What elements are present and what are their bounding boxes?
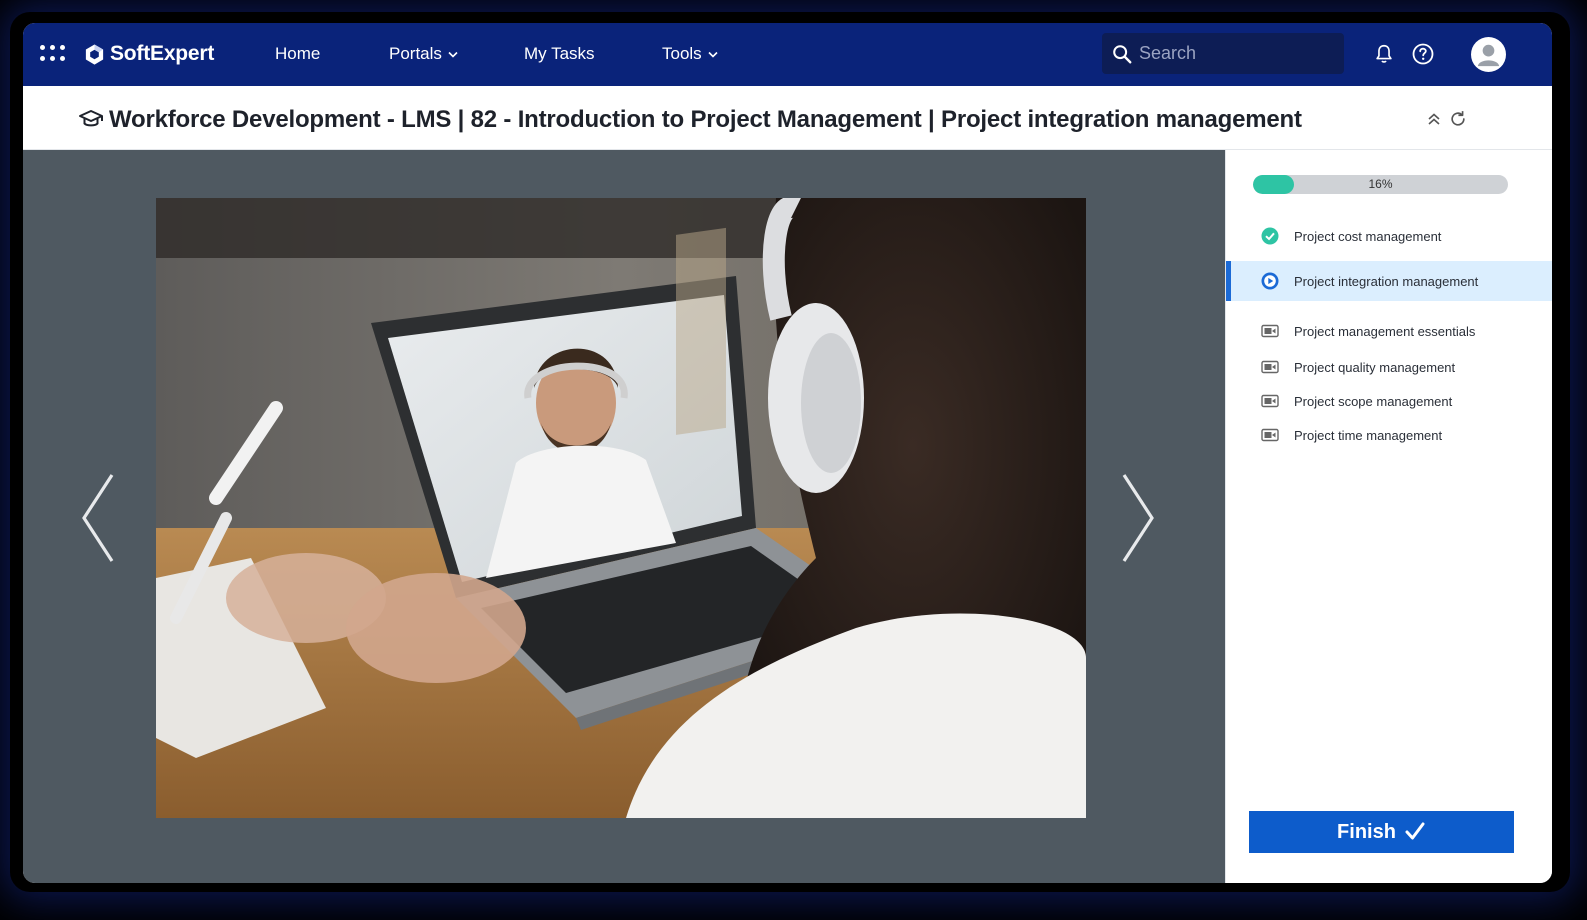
help-question-icon[interactable]	[1411, 42, 1435, 66]
notifications-bell-icon[interactable]	[1373, 43, 1395, 65]
brand-logo[interactable]: SoftExpert	[83, 41, 214, 67]
course-item-label: Project time management	[1294, 427, 1443, 443]
top-navigation-bar: SoftExpert Home Portals My Tasks Tools	[23, 23, 1552, 86]
previous-slide-arrow-icon[interactable]	[78, 473, 118, 563]
course-item-label: Project integration management	[1294, 273, 1479, 289]
app-window: SoftExpert Home Portals My Tasks Tools S…	[23, 23, 1552, 883]
graduation-cap-icon	[79, 110, 103, 127]
course-item-label: Project management essentials	[1294, 323, 1476, 339]
course-item-label: Project quality management	[1294, 359, 1456, 375]
progress-percent-label: 16%	[1368, 177, 1393, 191]
refresh-icon[interactable]	[1448, 109, 1468, 129]
page-title: Workforce Development - LMS | 82 - Intro…	[109, 106, 1302, 133]
check-circle-icon	[1261, 227, 1279, 245]
user-avatar[interactable]	[1471, 37, 1506, 72]
app-launcher-grid-icon[interactable]	[40, 45, 66, 63]
softexpert-logo-icon	[85, 43, 104, 65]
video-icon	[1261, 360, 1279, 374]
course-item[interactable]: Project time management	[1226, 415, 1552, 455]
course-outline-panel: 16% Project cost management Project inte…	[1225, 150, 1552, 883]
course-item-active[interactable]: Project integration management	[1226, 261, 1552, 301]
checkmark-icon	[1405, 822, 1425, 840]
video-icon	[1261, 324, 1279, 338]
video-call-photo	[156, 198, 1086, 818]
slide-image	[156, 198, 1086, 818]
nav-tools-label: Tools	[662, 44, 702, 63]
chevron-down-icon	[448, 51, 458, 58]
nav-my-tasks[interactable]: My Tasks	[524, 44, 595, 64]
course-item-label: Project cost management	[1294, 228, 1442, 244]
nav-portals-label: Portals	[389, 44, 442, 63]
nav-tools[interactable]: Tools	[662, 44, 718, 64]
play-circle-icon	[1261, 272, 1279, 290]
course-item[interactable]: Project management essentials	[1226, 311, 1552, 351]
search-icon	[1113, 44, 1132, 63]
finish-button[interactable]: Finish	[1249, 811, 1514, 853]
page-title-bar: Workforce Development - LMS | 82 - Intro…	[23, 86, 1552, 150]
search-input[interactable]	[1139, 43, 1329, 64]
nav-my-tasks-label: My Tasks	[524, 44, 595, 63]
video-icon	[1261, 428, 1279, 442]
brand-name: SoftExpert	[110, 42, 215, 65]
nav-portals[interactable]: Portals	[389, 44, 458, 64]
finish-button-label: Finish	[1337, 820, 1396, 843]
content-viewer	[23, 150, 1225, 883]
nav-home[interactable]: Home	[275, 44, 320, 64]
course-item[interactable]: Project cost management	[1226, 216, 1552, 256]
collapse-chevrons-up-icon[interactable]	[1426, 111, 1442, 127]
chevron-down-icon	[708, 51, 718, 58]
nav-home-label: Home	[275, 44, 321, 63]
video-icon	[1261, 394, 1279, 408]
next-slide-arrow-icon[interactable]	[1118, 473, 1158, 563]
course-item-label: Project scope management	[1294, 393, 1453, 409]
course-progress-bar: 16%	[1253, 175, 1508, 194]
search-box	[1102, 33, 1344, 74]
user-silhouette-icon	[1477, 44, 1500, 67]
